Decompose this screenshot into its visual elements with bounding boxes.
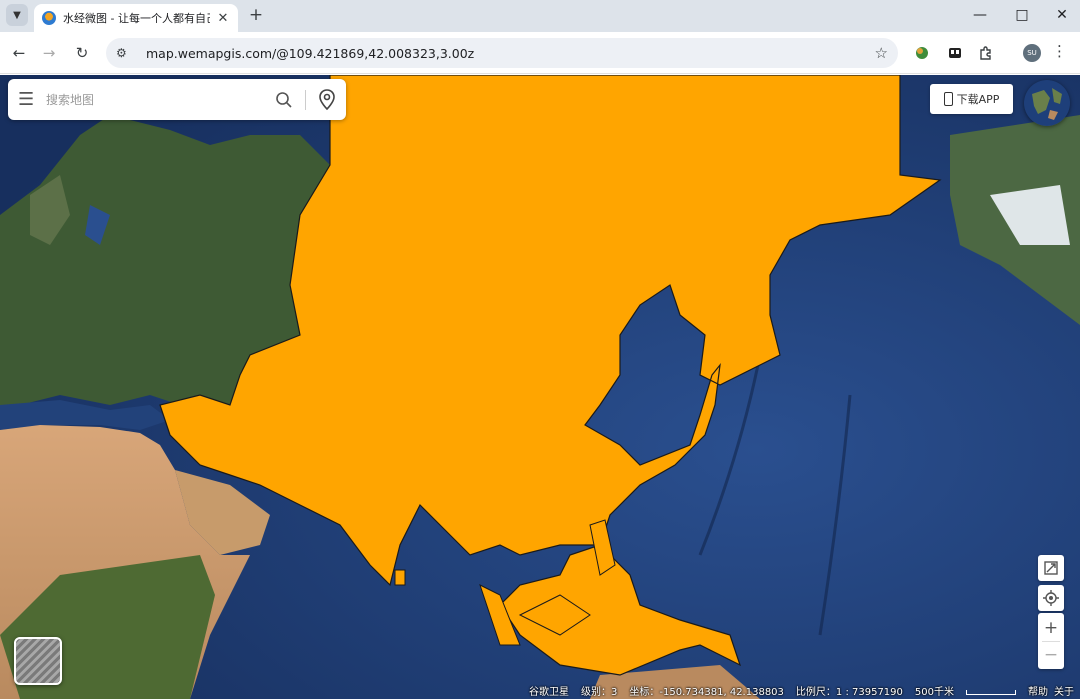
scale-bar	[966, 689, 1016, 695]
forward-icon[interactable]: →	[38, 42, 60, 64]
chevron-down-icon: ▼	[13, 9, 21, 21]
fullscreen-button[interactable]	[1038, 555, 1064, 581]
zoom-in-button[interactable]: +	[1044, 615, 1058, 641]
crosshair-icon	[1043, 590, 1059, 606]
map-status-bar: 谷歌卫星 级别：3 坐标：-150.734381, 42.138803 比例尺：…	[0, 682, 1080, 699]
scale-readout: 比例尺：1 : 73957190	[795, 687, 903, 698]
reload-icon[interactable]: ↻	[71, 42, 93, 64]
close-tab-icon[interactable]: ✕	[216, 11, 230, 26]
maximize-icon[interactable]: □	[1012, 5, 1032, 25]
fullscreen-icon	[1044, 561, 1058, 575]
map-search-input[interactable]	[46, 92, 275, 107]
extension-tablet-icon[interactable]	[947, 45, 963, 61]
tab-search-button[interactable]: ▼	[6, 4, 28, 26]
menu-icon[interactable]: ☰	[18, 89, 40, 110]
address-bar[interactable]: ⚙ map.wemapgis.com/@109.421869,42.008323…	[106, 38, 898, 68]
profile-avatar[interactable]: SU	[1023, 44, 1041, 62]
about-link[interactable]: 关于	[1054, 683, 1074, 698]
browser-menu-icon[interactable]: ⋮	[1052, 42, 1067, 60]
back-icon[interactable]: ←	[8, 42, 30, 64]
tab-bar: ▼ 水经微图 - 让每一个人都有自己 ✕ + — □ ✕	[0, 0, 1080, 32]
globe-view-button[interactable]	[1024, 80, 1070, 126]
map-search-box: ☰	[8, 79, 346, 120]
location-pin-icon[interactable]	[318, 88, 336, 111]
phone-icon	[943, 92, 953, 106]
zoom-out-button[interactable]: −	[1044, 642, 1058, 668]
zoom-level-readout: 级别：3	[581, 687, 618, 698]
download-app-button[interactable]: 下载APP	[930, 84, 1013, 114]
scale-distance: 500千米	[915, 683, 1016, 698]
satellite-basemap	[0, 75, 1080, 699]
minimize-icon[interactable]: —	[970, 5, 990, 25]
browser-toolbar: ← → ↻ ⚙ map.wemapgis.com/@109.421869,42.…	[0, 32, 1080, 74]
extensions-puzzle-icon[interactable]	[978, 45, 994, 61]
new-tab-button[interactable]: +	[246, 5, 266, 25]
download-app-label: 下载APP	[956, 93, 1000, 106]
close-window-icon[interactable]: ✕	[1052, 5, 1072, 25]
bookmark-star-icon[interactable]: ☆	[875, 44, 888, 62]
map-source-label[interactable]: 谷歌卫星	[529, 683, 569, 698]
site-favicon-icon	[42, 11, 56, 25]
help-link[interactable]: 帮助	[1028, 683, 1048, 698]
search-icon[interactable]	[275, 91, 293, 109]
url-text[interactable]: map.wemapgis.com/@109.421869,42.008323,3…	[146, 46, 875, 61]
active-tab[interactable]: 水经微图 - 让每一个人都有自己 ✕	[34, 4, 238, 32]
zoom-control: + −	[1038, 613, 1064, 669]
tab-title: 水经微图 - 让每一个人都有自己	[63, 12, 210, 25]
coordinate-readout: 坐标：-150.734381, 42.138803	[629, 687, 784, 698]
layer-switch-button[interactable]	[14, 637, 62, 685]
search-divider	[305, 89, 306, 110]
site-settings-icon[interactable]: ⚙	[116, 46, 134, 60]
globe-icon	[1024, 80, 1070, 126]
map-canvas[interactable]: ☰ 下载APP + −	[0, 75, 1080, 699]
locate-me-button[interactable]	[1038, 585, 1064, 611]
extension-globe-icon[interactable]	[914, 45, 930, 61]
